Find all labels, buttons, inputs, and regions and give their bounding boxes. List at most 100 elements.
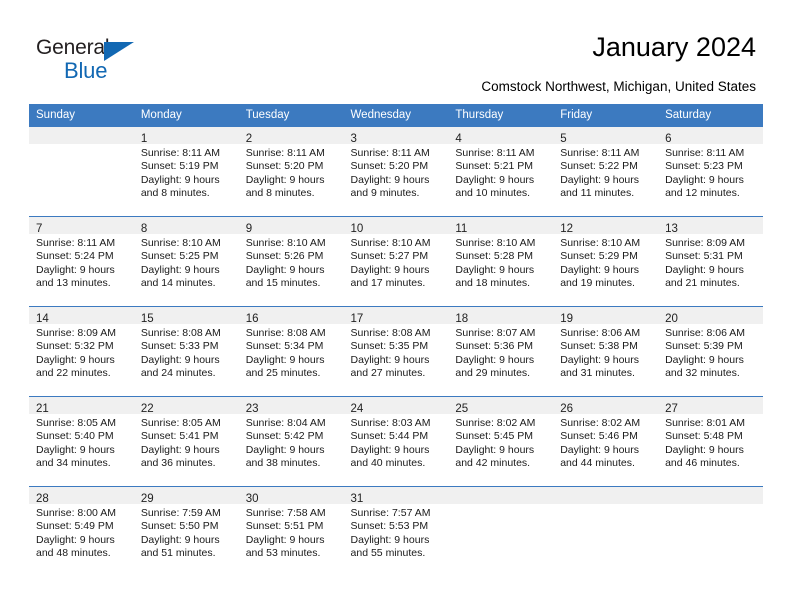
day-number-band: 8 <box>133 217 239 235</box>
day-number: 29 <box>140 493 154 505</box>
weekday-header-friday: Friday <box>553 104 659 127</box>
day-detail-line: Sunrise: 8:04 AM <box>245 417 326 429</box>
calendar-day-cell[interactable]: 12 Sunrise: 8:10 AM Sunset: 5:29 PM Dayligh… <box>553 216 659 307</box>
calendar-day-cell[interactable]: 2 Sunrise: 8:11 AM Sunset: 5:20 PM Daylight… <box>238 126 344 217</box>
day-number: 14 <box>36 313 49 325</box>
calendar-day-cell[interactable]: 8 Sunrise: 8:10 AM Sunset: 5:25 PM Daylight… <box>133 216 239 307</box>
day-detail-line: and 42 minutes. <box>455 457 531 470</box>
calendar-week-row: 21 Sunrise: 8:05 AM Sunset: 5:40 PM Dayligh… <box>29 396 763 487</box>
calendar-day-cell[interactable]: 25 Sunrise: 8:02 AM Sunset: 5:45 PM Dayligh… <box>448 396 554 487</box>
day-detail-line: and 34 minutes. <box>36 457 111 470</box>
calendar-day-cell[interactable]: 13 Sunrise: 8:09 AM Sunset: 5:31 PM Dayligh… <box>658 216 763 307</box>
day-detail-line: and 12 minutes. <box>665 187 740 200</box>
day-number-band: 7 <box>29 217 134 235</box>
day-detail-line: and 24 minutes. <box>140 367 216 380</box>
day-number: 6 <box>665 133 672 145</box>
calendar-day-cell[interactable]: 22 Sunrise: 8:05 AM Sunset: 5:41 PM Dayligh… <box>133 396 239 487</box>
day-detail-line: Daylight: 9 hours <box>560 263 640 276</box>
day-details <box>553 504 658 507</box>
calendar-day-cell[interactable]: 14 Sunrise: 8:09 AM Sunset: 5:32 PM Dayligh… <box>29 306 134 397</box>
day-detail-line: and 8 minutes. <box>245 187 315 200</box>
day-detail-line: and 48 minutes. <box>36 547 111 560</box>
calendar-day-cell[interactable]: 21 Sunrise: 8:05 AM Sunset: 5:40 PM Dayligh… <box>29 396 134 487</box>
day-detail-line: Daylight: 9 hours <box>560 443 640 456</box>
calendar-day-cell[interactable]: 7 Sunrise: 8:11 AM Sunset: 5:24 PM Daylight… <box>29 216 134 307</box>
calendar-day-cell[interactable]: 27 Sunrise: 8:01 AM Sunset: 5:48 PM Dayligh… <box>658 396 763 487</box>
calendar-day-cell[interactable]: 30 Sunrise: 7:58 AM Sunset: 5:51 PM Dayligh… <box>238 486 344 577</box>
calendar-day-cell[interactable]: 24 Sunrise: 8:03 AM Sunset: 5:44 PM Dayligh… <box>343 396 449 487</box>
calendar-week-row: 14 Sunrise: 8:09 AM Sunset: 5:32 PM Dayligh… <box>29 306 763 397</box>
day-number: 28 <box>36 493 49 505</box>
day-details: Sunrise: 8:10 AM Sunset: 5:29 PM Daylight:… <box>553 234 658 291</box>
day-details: Sunrise: 8:11 AM Sunset: 5:20 PM Daylight:… <box>239 144 344 201</box>
day-details: Sunrise: 8:00 AM Sunset: 5:49 PM Daylight:… <box>29 504 134 561</box>
day-detail-line: Sunrise: 8:09 AM <box>665 237 746 249</box>
calendar-day-cell[interactable]: 11 Sunrise: 8:10 AM Sunset: 5:28 PM Dayligh… <box>448 216 554 307</box>
calendar-header-row: Sunday Monday Tuesday Wednesday Thursday Frid… <box>29 104 763 127</box>
day-detail-line: Sunrise: 8:00 AM <box>36 507 116 519</box>
day-detail-line: Sunrise: 8:02 AM <box>560 417 641 429</box>
calendar-day-cell[interactable]: 5 Sunrise: 8:11 AM Sunset: 5:22 PM Daylight… <box>553 126 659 217</box>
calendar-day-cell[interactable]: 9 Sunrise: 8:10 AM Sunset: 5:26 PM Daylight… <box>238 216 344 307</box>
calendar-day-cell[interactable]: 29 Sunrise: 7:59 AM Sunset: 5:50 PM Dayligh… <box>133 486 239 577</box>
calendar-day-cell[interactable]: 20 Sunrise: 8:06 AM Sunset: 5:39 PM Dayligh… <box>658 306 763 397</box>
calendar-day-cell[interactable]: 4 Sunrise: 8:11 AM Sunset: 5:21 PM Daylight… <box>448 126 554 217</box>
day-number: 22 <box>140 403 154 415</box>
day-number-band: 15 <box>133 307 239 325</box>
day-number-band: 10 <box>343 217 449 235</box>
day-number-band: 21 <box>29 397 134 415</box>
day-detail-line: Sunset: 5:20 PM <box>245 160 324 173</box>
day-details: Sunrise: 8:11 AM Sunset: 5:21 PM Daylight:… <box>448 144 553 201</box>
day-detail-line: Sunset: 5:33 PM <box>140 340 219 353</box>
day-detail-line: Sunrise: 8:06 AM <box>560 327 641 339</box>
day-detail-line: and 21 minutes. <box>665 277 740 290</box>
day-detail-line: Sunset: 5:46 PM <box>560 430 638 443</box>
calendar-day-cell[interactable]: 17 Sunrise: 8:08 AM Sunset: 5:35 PM Dayligh… <box>343 306 449 397</box>
day-detail-line: Sunrise: 7:58 AM <box>245 507 326 519</box>
day-detail-line: Sunrise: 8:10 AM <box>140 237 221 249</box>
weekday-header-wednesday: Wednesday <box>343 104 449 127</box>
calendar-day-cell[interactable]: 28 Sunrise: 8:00 AM Sunset: 5:49 PM Dayligh… <box>29 486 134 577</box>
day-detail-line: Sunrise: 8:05 AM <box>140 417 221 429</box>
day-details: Sunrise: 8:06 AM Sunset: 5:38 PM Daylight:… <box>553 324 658 381</box>
day-detail-line: Sunset: 5:35 PM <box>350 340 429 353</box>
day-detail-line: Daylight: 9 hours <box>140 173 220 186</box>
calendar-cell-empty <box>658 486 763 577</box>
calendar-day-cell[interactable]: 18 Sunrise: 8:07 AM Sunset: 5:36 PM Dayligh… <box>448 306 554 397</box>
generalblue-logo[interactable]: General Blue <box>36 36 156 86</box>
calendar-day-cell[interactable]: 1 Sunrise: 8:11 AM Sunset: 5:19 PM Daylight… <box>133 126 239 217</box>
calendar-day-cell[interactable]: 16 Sunrise: 8:08 AM Sunset: 5:34 PM Dayligh… <box>238 306 344 397</box>
weekday-header-sunday: Sunday <box>29 104 134 127</box>
day-detail-line: Daylight: 9 hours <box>245 173 325 186</box>
calendar-day-cell[interactable]: 3 Sunrise: 8:11 AM Sunset: 5:20 PM Daylight… <box>343 126 449 217</box>
day-detail-line: Sunset: 5:28 PM <box>455 250 534 263</box>
day-number: 24 <box>350 403 364 415</box>
day-detail-line: Sunset: 5:25 PM <box>140 250 219 263</box>
day-detail-line: Daylight: 9 hours <box>665 443 744 456</box>
calendar-day-cell[interactable]: 31 Sunrise: 7:57 AM Sunset: 5:53 PM Dayligh… <box>343 486 449 577</box>
day-number-band: 27 <box>658 397 763 415</box>
calendar-day-cell[interactable]: 23 Sunrise: 8:04 AM Sunset: 5:42 PM Dayligh… <box>238 396 344 487</box>
day-details: Sunrise: 7:58 AM Sunset: 5:51 PM Daylight:… <box>239 504 344 561</box>
day-detail-line: Daylight: 9 hours <box>36 443 115 456</box>
calendar-day-cell[interactable]: 15 Sunrise: 8:08 AM Sunset: 5:33 PM Dayligh… <box>133 306 239 397</box>
day-detail-line: and 27 minutes. <box>350 367 426 380</box>
day-number: 1 <box>140 133 148 145</box>
calendar-table: Sunday Monday Tuesday Wednesday Thursday Frid… <box>29 104 763 577</box>
day-detail-line: and 32 minutes. <box>665 367 740 380</box>
day-detail-line: and 17 minutes. <box>350 277 426 290</box>
calendar-day-cell[interactable]: 19 Sunrise: 8:06 AM Sunset: 5:38 PM Dayligh… <box>553 306 659 397</box>
day-detail-line: and 11 minutes. <box>560 187 635 200</box>
day-number-band: 30 <box>238 487 344 505</box>
calendar-day-cell[interactable]: 10 Sunrise: 8:10 AM Sunset: 5:27 PM Dayligh… <box>343 216 449 307</box>
calendar-day-cell[interactable]: 26 Sunrise: 8:02 AM Sunset: 5:46 PM Dayligh… <box>553 396 659 487</box>
day-number-band: 16 <box>238 307 344 325</box>
day-detail-line: Sunrise: 8:10 AM <box>245 237 326 249</box>
day-detail-line: Daylight: 9 hours <box>245 533 325 546</box>
day-details: Sunrise: 7:57 AM Sunset: 5:53 PM Daylight:… <box>344 504 449 561</box>
calendar-day-cell[interactable]: 6 Sunrise: 8:11 AM Sunset: 5:23 PM Daylight… <box>658 126 763 217</box>
day-detail-line: Sunrise: 8:08 AM <box>350 327 431 339</box>
day-detail-line: Sunrise: 8:10 AM <box>350 237 431 249</box>
day-detail-line: Sunset: 5:48 PM <box>665 430 743 443</box>
day-detail-line: Sunrise: 8:08 AM <box>140 327 221 339</box>
